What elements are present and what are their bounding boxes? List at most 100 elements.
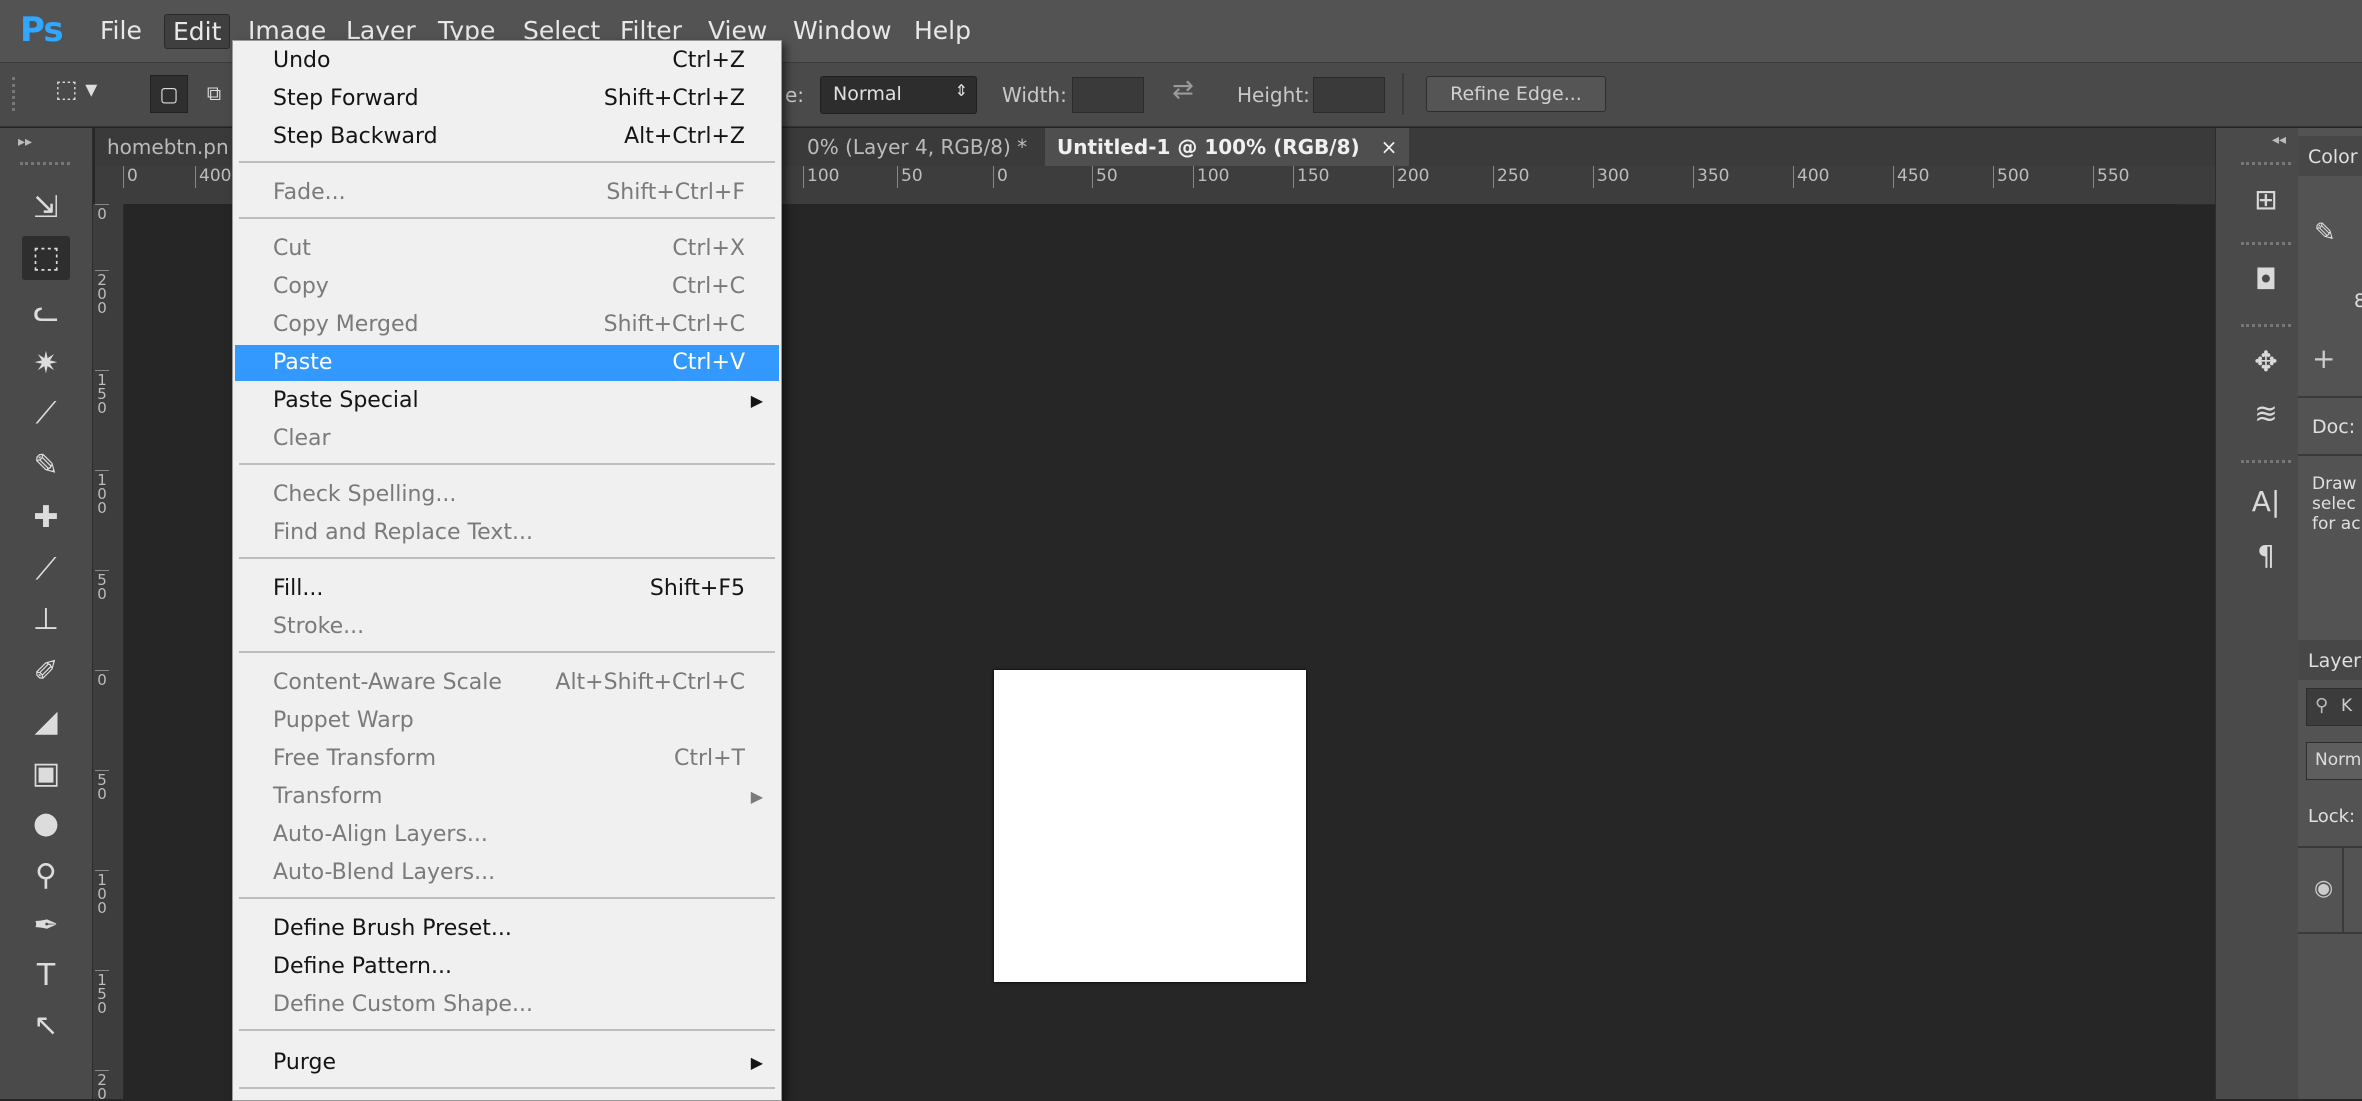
menu-item-free-transform[interactable]: Free Transform Ctrl+T: [235, 741, 779, 777]
menu-help[interactable]: Help: [906, 14, 979, 47]
menu-item-shortcut: Shift+Ctrl+C: [603, 312, 745, 337]
tools-panel: ▸▸ ⇲ ⬚ ᓚ ✷ ⟋ ✎ ✚ ⟋ ⊥ ✐ ◢ ▣ ● ⚲ ✒ T ↖: [0, 128, 93, 1099]
menu-separator: [239, 897, 775, 899]
ruler-label: 1 0 0: [95, 870, 109, 916]
character-panel-icon[interactable]: A|: [2241, 480, 2291, 524]
panel-divider: [2298, 396, 2362, 398]
history-brush-tool-icon[interactable]: ✐: [22, 650, 70, 694]
eraser-tool-icon[interactable]: ◢: [22, 700, 70, 744]
tab-homebtn[interactable]: homebtn.pn: [95, 128, 241, 166]
layer-filter-field[interactable]: ⚲ K: [2306, 688, 2362, 726]
width-field[interactable]: [1072, 77, 1144, 113]
close-icon[interactable]: ×: [1381, 135, 1398, 159]
paragraph-panel-icon[interactable]: ¶: [2241, 534, 2291, 578]
menu-item-paste[interactable]: Paste Ctrl+V: [235, 345, 779, 381]
properties-panel-icon[interactable]: ◘: [2241, 258, 2291, 302]
menu-item-fill[interactable]: Fill... Shift+F5: [235, 571, 779, 607]
brush-presets-icon[interactable]: ✥: [2241, 340, 2291, 384]
tab-untitled-1[interactable]: Untitled-1 @ 100% (RGB/8) ×: [1045, 128, 1410, 166]
menu-item-step-backward[interactable]: Step Backward Alt+Ctrl+Z: [235, 119, 779, 155]
menu-item-stroke[interactable]: Stroke...: [235, 609, 779, 645]
height-field[interactable]: [1313, 77, 1385, 113]
magic-wand-tool-icon[interactable]: ✷: [22, 342, 70, 386]
ruler-label: 0: [123, 166, 138, 188]
pen-tool-icon[interactable]: ✒: [22, 904, 70, 948]
layers-panel-title: Layers: [2308, 650, 2362, 672]
blend-mode-select[interactable]: Norm: [2306, 742, 2362, 780]
collapse-dock-icon[interactable]: ◂◂: [2272, 132, 2286, 148]
layers-panel-header[interactable]: Layers: [2298, 640, 2362, 680]
menu-item-transform[interactable]: Transform ▶: [235, 779, 779, 815]
ruler-label: 400: [1793, 166, 1829, 188]
menu-edit[interactable]: Edit: [164, 14, 231, 49]
path-selection-tool-icon[interactable]: ↖: [22, 1004, 70, 1048]
menu-item-find-replace[interactable]: Find and Replace Text...: [235, 515, 779, 551]
brush-tool-icon[interactable]: ⟋: [22, 548, 70, 592]
history-panel-icon[interactable]: ⊞: [2241, 178, 2291, 222]
menu-item-auto-blend-layers[interactable]: Auto-Blend Layers...: [235, 855, 779, 891]
stamp-tool-icon[interactable]: ⊥: [22, 598, 70, 642]
menu-item-paste-special[interactable]: Paste Special ▶: [235, 383, 779, 419]
marquee-preset-icon[interactable]: ⬚ ▾: [55, 75, 115, 113]
menu-item-content-aware-scale[interactable]: Content-Aware Scale Alt+Shift+Ctrl+C: [235, 665, 779, 701]
menu-item-step-forward[interactable]: Step Forward Shift+Ctrl+Z: [235, 81, 779, 117]
lasso-tool-icon[interactable]: ᓚ: [22, 290, 70, 334]
menu-item-undo[interactable]: Undo Ctrl+Z: [235, 43, 779, 79]
layer-filter-kind: K: [2341, 696, 2353, 716]
collapse-icon[interactable]: ▸▸: [18, 134, 32, 150]
right-panels: Color ✎ 8 + Doc: Draw selec for ac Layer…: [2298, 128, 2362, 1099]
new-selection-icon[interactable]: ▢: [150, 75, 188, 113]
ruler-label: 1 5 0: [95, 370, 109, 416]
move-tool-icon[interactable]: ⇲: [22, 186, 70, 230]
marquee-tool-icon[interactable]: ⬚: [22, 236, 70, 280]
menu-item-define-brush-preset[interactable]: Define Brush Preset...: [235, 911, 779, 947]
toolbar-grip: [20, 162, 70, 168]
crop-tool-icon[interactable]: ⟋: [22, 392, 70, 436]
search-icon: ⚲: [2315, 695, 2329, 716]
menu-item-auto-align-layers[interactable]: Auto-Align Layers...: [235, 817, 779, 853]
options-divider: [1402, 73, 1404, 115]
dock-grip: [2241, 242, 2291, 245]
brush-settings-icon[interactable]: ≋: [2241, 392, 2291, 436]
edit-menu-dropdown: Undo Ctrl+Z Step Forward Shift+Ctrl+Z St…: [232, 40, 782, 1101]
submenu-arrow-icon: ▶: [750, 1053, 763, 1072]
menu-item-define-pattern[interactable]: Define Pattern...: [235, 949, 779, 985]
menu-item-shortcut: Shift+F5: [649, 576, 745, 601]
menu-item-label: Fill...: [273, 576, 324, 601]
menu-item-puppet-warp[interactable]: Puppet Warp: [235, 703, 779, 739]
menu-separator: [239, 557, 775, 559]
document-canvas[interactable]: [994, 670, 1306, 982]
crosshair-icon[interactable]: +: [2312, 342, 2335, 375]
eyedropper-tool-icon[interactable]: ✎: [22, 444, 70, 488]
submenu-arrow-icon: ▶: [750, 787, 763, 806]
menu-file[interactable]: File: [92, 14, 150, 47]
refine-edge-button[interactable]: Refine Edge...: [1426, 76, 1606, 112]
ruler-label: 2 0: [95, 1070, 109, 1099]
ruler-label: 300: [1593, 166, 1629, 188]
ruler-label: 50: [897, 166, 923, 188]
menu-item-clear[interactable]: Clear: [235, 421, 779, 457]
menu-separator: [239, 161, 775, 163]
menu-item-check-spelling[interactable]: Check Spelling...: [235, 477, 779, 513]
menu-item-fade[interactable]: Fade... Shift+Ctrl+F: [235, 175, 779, 211]
ruler-label: 1 5 0: [95, 970, 109, 1016]
eyedropper-icon[interactable]: ✎: [2314, 218, 2336, 248]
color-panel-header[interactable]: Color: [2298, 136, 2362, 176]
menu-window[interactable]: Window: [785, 14, 900, 47]
add-selection-icon[interactable]: ⧉: [196, 75, 232, 111]
gradient-tool-icon[interactable]: ▣: [22, 752, 70, 796]
type-tool-icon[interactable]: T: [22, 954, 70, 998]
menu-item-define-custom-shape[interactable]: Define Custom Shape...: [235, 987, 779, 1023]
tab-layer4-doc[interactable]: 0% (Layer 4, RGB/8) * ×: [795, 128, 1076, 166]
menu-item-copy-merged[interactable]: Copy Merged Shift+Ctrl+C: [235, 307, 779, 343]
dodge-tool-icon[interactable]: ⚲: [22, 854, 70, 898]
menu-item-copy[interactable]: Copy Ctrl+C: [235, 269, 779, 305]
blur-tool-icon[interactable]: ●: [22, 802, 70, 846]
eye-visibility-icon[interactable]: ◉: [2314, 876, 2333, 901]
menu-item-purge[interactable]: Purge ▶: [235, 1045, 779, 1081]
menu-item-cut[interactable]: Cut Ctrl+X: [235, 231, 779, 267]
healing-brush-tool-icon[interactable]: ✚: [22, 496, 70, 540]
style-select[interactable]: Normal ⇕: [820, 76, 977, 114]
swap-icon[interactable]: ⇄: [1172, 75, 1194, 105]
ruler-label: 2 0 0: [95, 270, 109, 316]
